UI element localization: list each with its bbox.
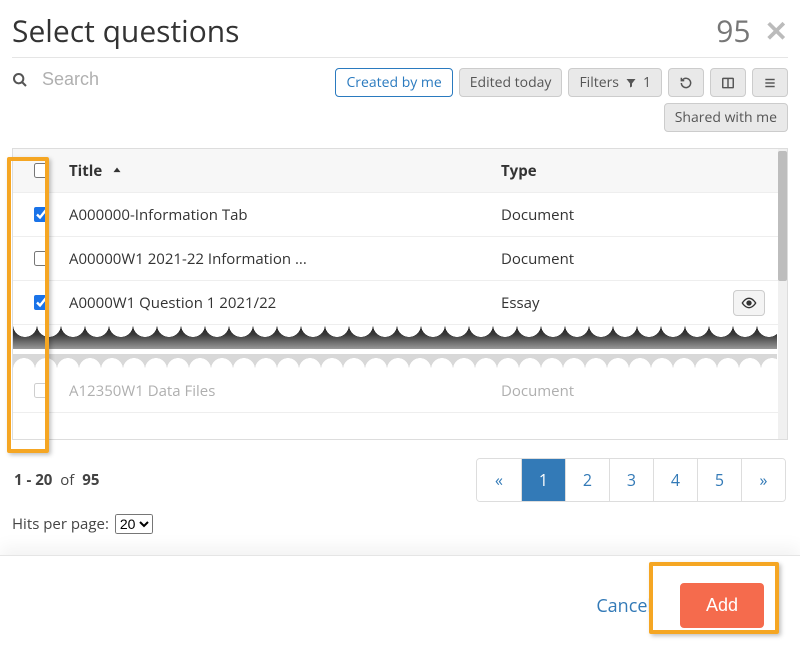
page-5[interactable]: 5 — [697, 459, 741, 501]
list-icon — [763, 76, 777, 90]
eye-icon — [741, 295, 757, 311]
row-checkbox[interactable] — [34, 383, 49, 398]
filter-icon — [625, 77, 637, 89]
scrollbar-thumb[interactable] — [778, 151, 787, 281]
toolbar: Created by me Edited today Filters 1 — [12, 58, 788, 142]
view-list-button[interactable] — [752, 68, 788, 97]
dialog-header: Select questions 95 ✕ — [12, 10, 788, 58]
columns-button[interactable] — [710, 68, 746, 97]
pagination: « 1 2 3 4 5 » — [476, 458, 786, 502]
undo-icon — [679, 76, 693, 90]
page-next[interactable]: » — [741, 459, 785, 501]
scrollbar[interactable] — [778, 149, 787, 439]
row-title: A000000-Information Tab — [69, 205, 501, 225]
table-row[interactable]: A0000W1 Question 1 2021/22 Essay — [13, 281, 787, 325]
row-checkbox[interactable] — [34, 251, 49, 266]
sort-asc-icon — [110, 164, 124, 178]
filter-edited-today[interactable]: Edited today — [459, 68, 563, 97]
row-type: Document — [501, 381, 721, 401]
torn-edge-top — [13, 325, 777, 349]
page-2[interactable]: 2 — [565, 459, 609, 501]
cancel-button[interactable]: Cancel — [596, 594, 652, 618]
page-1[interactable]: 1 — [521, 459, 565, 501]
results-table: Title Type A000000-Information Tab Docum… — [12, 148, 788, 440]
row-title: A00000W1 2021-22 Information ... — [69, 249, 501, 269]
close-icon[interactable]: ✕ — [765, 17, 788, 45]
hits-per-page: Hits per page: 20 — [12, 514, 788, 534]
page-4[interactable]: 4 — [653, 459, 697, 501]
table-row[interactable]: A00000W1 2021-22 Information ... Documen… — [13, 237, 787, 281]
preview-button[interactable] — [733, 290, 765, 316]
page-prev[interactable]: « — [477, 459, 521, 501]
row-title: A12350W1 Data Files — [69, 381, 501, 401]
table-header-row: Title Type — [13, 149, 787, 193]
column-header-title[interactable]: Title — [69, 161, 501, 181]
row-type: Document — [501, 249, 721, 269]
dialog-footer: Cancel Add — [0, 555, 800, 655]
filter-created-by-me[interactable]: Created by me — [335, 68, 452, 97]
reset-filters-button[interactable] — [668, 68, 704, 97]
table-row[interactable]: A000000-Information Tab Document — [13, 193, 787, 237]
add-button[interactable]: Add — [680, 583, 764, 628]
dialog-title: Select questions — [12, 10, 239, 51]
result-count: 95 — [716, 10, 750, 51]
columns-icon — [721, 76, 735, 90]
row-type: Essay — [501, 293, 721, 313]
pagination-range: 1 - 20 of 95 — [14, 470, 99, 490]
table-row[interactable]: A12350W1 Data Files Document — [13, 369, 787, 413]
select-all-checkbox[interactable] — [34, 163, 49, 178]
column-header-type[interactable]: Type — [501, 161, 721, 181]
row-checkbox[interactable] — [34, 295, 49, 310]
page-3[interactable]: 3 — [609, 459, 653, 501]
search-input[interactable] — [40, 68, 325, 91]
filter-filters[interactable]: Filters 1 — [568, 68, 662, 97]
row-type: Document — [501, 205, 721, 225]
torn-edge-bottom — [13, 354, 777, 369]
row-title: A0000W1 Question 1 2021/22 — [69, 293, 501, 313]
hits-per-page-select[interactable]: 20 — [115, 514, 153, 534]
search-icon — [12, 72, 28, 88]
row-checkbox[interactable] — [34, 207, 49, 222]
filter-shared-with-me[interactable]: Shared with me — [664, 103, 788, 132]
